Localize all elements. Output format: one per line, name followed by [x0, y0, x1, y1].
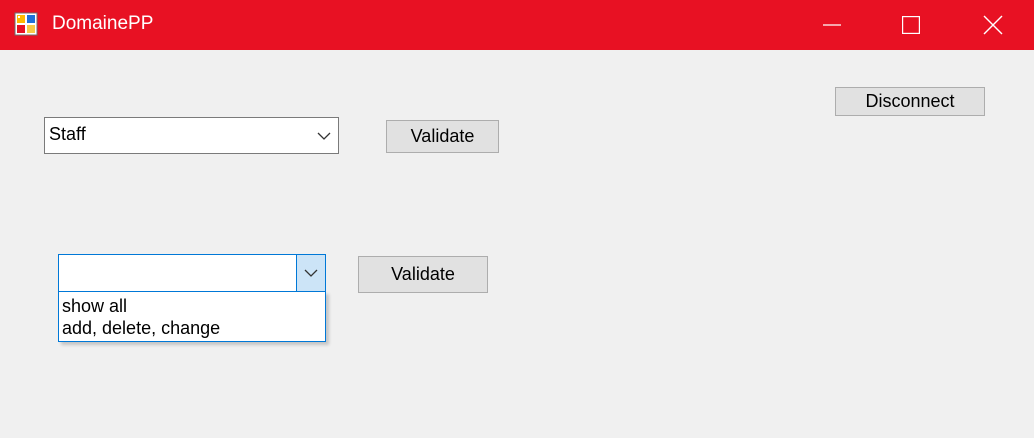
role-select-value: Staff [49, 124, 86, 144]
dropdown-option-show-all[interactable]: show all [62, 295, 127, 317]
validate-role-button[interactable]: Validate [386, 120, 499, 153]
permission-dropdown-list: show all add, delete, change [58, 291, 326, 342]
maximize-icon [902, 16, 920, 34]
disconnect-button[interactable]: Disconnect [835, 87, 985, 116]
main-window: DomainePP Staff Validate Disconnect show… [0, 0, 1034, 438]
permission-select[interactable] [58, 254, 326, 292]
window-title: DomainePP [52, 13, 154, 34]
role-select[interactable]: Staff [44, 117, 339, 154]
dropdown-option-add-delete-change[interactable]: add, delete, change [62, 317, 220, 339]
minimize-icon [823, 16, 841, 34]
chevron-down-icon[interactable] [310, 118, 338, 153]
close-icon [983, 15, 1003, 35]
close-button[interactable] [964, 0, 1022, 50]
title-bar[interactable]: DomainePP [0, 0, 1034, 50]
validate-permission-button[interactable]: Validate [358, 256, 488, 293]
chevron-down-icon[interactable] [296, 255, 325, 291]
maximize-button[interactable] [882, 0, 940, 50]
app-icon [14, 12, 38, 36]
minimize-button[interactable] [803, 0, 861, 50]
